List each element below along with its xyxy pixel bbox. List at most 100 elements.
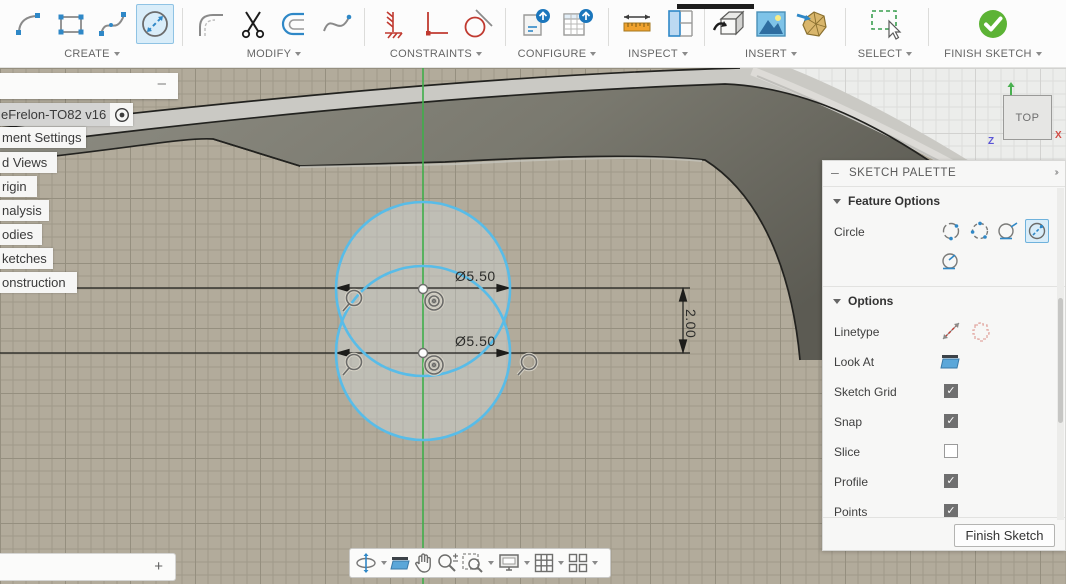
- scrollbar-thumb[interactable]: [1058, 298, 1063, 423]
- timeline-bar[interactable]: +: [0, 553, 176, 581]
- pan-icon[interactable]: [413, 550, 435, 576]
- browser-item-document-settings[interactable]: ment Settings: [0, 127, 86, 148]
- circle-type-label: Circle: [834, 225, 865, 239]
- trim-tool[interactable]: [234, 4, 272, 44]
- select-group-label[interactable]: SELECT: [852, 48, 918, 60]
- browser-item-sketches[interactable]: ketches: [0, 248, 53, 269]
- configuration-tool[interactable]: [517, 4, 555, 44]
- dimension-distance[interactable]: 2.00: [683, 309, 699, 338]
- model-canvas[interactable]: Ø5.50 Ø5.50 2.00 – eFrelon-TO82 v16 ment…: [0, 68, 1066, 584]
- toolbar-group-create: CREATE: [6, 2, 178, 66]
- toolbar-group-finish-sketch: FINISH SKETCH: [934, 2, 1052, 66]
- tangent-constraint-tool[interactable]: [459, 4, 497, 44]
- chevron-down-icon[interactable]: [524, 561, 530, 565]
- browser-item-document[interactable]: eFrelon-TO82 v16: [0, 103, 133, 126]
- rectangle-tool[interactable]: [52, 4, 90, 44]
- profile-label: Profile: [834, 475, 868, 489]
- finish-sketch-group-label[interactable]: FINISH SKETCH: [934, 48, 1052, 60]
- chevron-down-icon[interactable]: [592, 561, 598, 565]
- chevron-down-icon[interactable]: [488, 561, 494, 565]
- grid-settings-icon[interactable]: [533, 550, 555, 576]
- minimize-icon[interactable]: –: [158, 75, 166, 92]
- linetype-label: Linetype: [834, 325, 879, 339]
- viewcube-y-axis: [1003, 82, 1019, 96]
- collapse-triangle-icon: [833, 199, 841, 204]
- three-tangent-circle-icon[interactable]: [939, 249, 963, 273]
- create-group-label[interactable]: CREATE: [6, 48, 178, 60]
- center-diameter-circle-icon[interactable]: [939, 219, 963, 243]
- configure-group-label[interactable]: CONFIGURE: [511, 48, 603, 60]
- modify-group-label[interactable]: MODIFY: [190, 48, 358, 60]
- points-checkbox[interactable]: ✓: [944, 504, 958, 518]
- insert-mesh-tool[interactable]: [794, 4, 832, 44]
- browser-header-bar[interactable]: –: [0, 73, 178, 99]
- fillet-tool[interactable]: [192, 4, 230, 44]
- toolbar-divider: [704, 8, 705, 46]
- insert-canvas-tool[interactable]: [752, 4, 790, 44]
- browser-item-bodies[interactable]: odies: [0, 224, 42, 245]
- palette-scrollbar[interactable]: [1057, 188, 1064, 520]
- document-title[interactable]: eFrelon-TO82 v16: [0, 103, 110, 126]
- snap-label: Snap: [834, 415, 862, 429]
- dimension-circle1[interactable]: Ø5.50: [455, 268, 496, 284]
- perpendicular-constraint-tool[interactable]: [417, 4, 455, 44]
- viewports-icon[interactable]: [567, 550, 589, 576]
- chevron-down-icon: [682, 52, 688, 56]
- look-at-nav-icon[interactable]: [390, 550, 412, 576]
- display-settings-icon[interactable]: [497, 550, 521, 576]
- snap-checkbox[interactable]: ✓: [944, 414, 958, 428]
- two-point-line-tool[interactable]: [10, 4, 48, 44]
- browser-item-named-views[interactable]: d Views: [0, 152, 57, 173]
- configuration-table-tool[interactable]: [559, 4, 597, 44]
- orbit-icon[interactable]: [354, 550, 378, 576]
- two-point-circle-icon[interactable]: [968, 219, 992, 243]
- insert-group-label[interactable]: INSERT: [708, 48, 834, 60]
- section-analysis-tool[interactable]: [660, 4, 698, 44]
- slice-label: Slice: [834, 445, 860, 459]
- browser-item-analysis[interactable]: nalysis: [0, 200, 49, 221]
- toolbar-divider: [845, 8, 846, 46]
- profile-checkbox[interactable]: ✓: [944, 474, 958, 488]
- fix-constraint-tool[interactable]: [375, 4, 413, 44]
- three-point-circle-icon[interactable]: [996, 219, 1020, 243]
- construction-linetype-icon[interactable]: [939, 319, 963, 343]
- toolbar-group-insert: INSERT: [708, 2, 834, 66]
- dimension-circle2[interactable]: Ø5.50: [455, 333, 496, 349]
- activate-radio-icon[interactable]: [110, 103, 133, 126]
- add-milestone-icon[interactable]: +: [154, 558, 163, 575]
- viewcube[interactable]: TOP: [1003, 95, 1052, 140]
- chevron-down-icon[interactable]: [381, 561, 387, 565]
- palette-header[interactable]: – SKETCH PALETTE ››: [823, 161, 1065, 187]
- toolbar-group-inspect: INSPECT: [614, 2, 702, 66]
- two-tangent-circle-icon[interactable]: [1025, 219, 1049, 243]
- measure-tool[interactable]: [618, 4, 656, 44]
- chevron-down-icon: [791, 52, 797, 56]
- toolbar-divider: [364, 8, 365, 46]
- insert-derive-tool[interactable]: [710, 4, 748, 44]
- circle-diameter-tool[interactable]: [136, 4, 174, 44]
- centerline-linetype-icon[interactable]: [968, 319, 992, 343]
- sketch-grid-checkbox[interactable]: ✓: [944, 384, 958, 398]
- look-at-icon[interactable]: [939, 349, 963, 373]
- browser-item-construction[interactable]: onstruction: [0, 272, 77, 293]
- browser-item-origin[interactable]: rigin: [0, 176, 37, 197]
- zoom-icon[interactable]: [436, 550, 460, 576]
- finish-sketch-palette-button[interactable]: Finish Sketch: [954, 524, 1055, 547]
- options-header[interactable]: Options: [833, 294, 893, 308]
- spline-tool[interactable]: [94, 4, 132, 44]
- expand-right-icon[interactable]: ››: [1054, 167, 1057, 178]
- top-toolbar: CREATE MODIFY: [0, 0, 1066, 68]
- finish-sketch-button[interactable]: [974, 4, 1012, 44]
- chevron-down-icon[interactable]: [558, 561, 564, 565]
- constraints-group-label[interactable]: CONSTRAINTS: [372, 48, 500, 60]
- collapse-icon[interactable]: –: [831, 164, 839, 180]
- offset-tool[interactable]: [276, 4, 314, 44]
- fit-curve-tool[interactable]: [318, 4, 356, 44]
- viewcube-top-face[interactable]: TOP: [1016, 112, 1040, 124]
- window-select-tool[interactable]: [866, 4, 904, 44]
- inspect-group-label[interactable]: INSPECT: [614, 48, 702, 60]
- feature-options-header[interactable]: Feature Options: [833, 194, 940, 208]
- zoom-window-icon[interactable]: [461, 550, 485, 576]
- look-at-label: Look At: [834, 355, 874, 369]
- slice-checkbox[interactable]: [944, 444, 958, 458]
